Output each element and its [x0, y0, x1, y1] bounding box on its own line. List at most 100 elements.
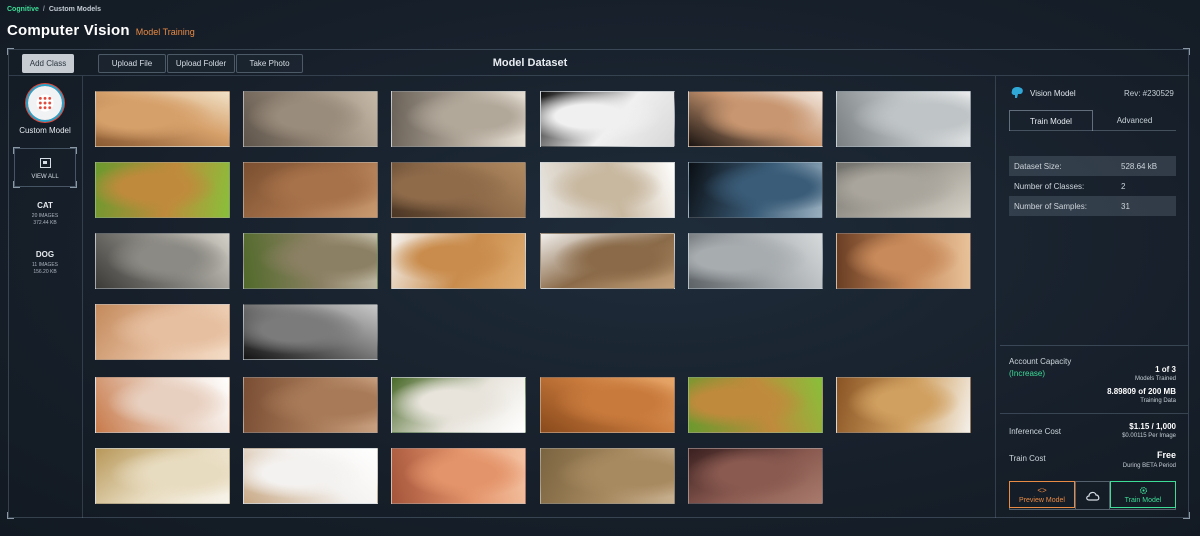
class-name: CAT — [37, 201, 53, 210]
training-data-caption: Training Data — [1140, 398, 1176, 404]
dog-image-thumb[interactable] — [391, 377, 526, 433]
thumb-corner — [244, 305, 249, 310]
models-trained-value: 1 of 3 — [1155, 365, 1176, 374]
stat-label: Number of Classes: — [1014, 181, 1085, 191]
cat-image-thumb[interactable] — [95, 233, 230, 289]
thumb-corner — [520, 234, 525, 239]
thumb-corner — [837, 163, 842, 168]
thumb-corner — [244, 449, 249, 454]
cat-image-thumb[interactable] — [391, 162, 526, 218]
thumb-corner — [837, 378, 842, 383]
breadcrumb-current[interactable]: Custom Models — [49, 6, 101, 13]
dog-image-thumb[interactable] — [243, 448, 378, 504]
thumb-corner — [541, 212, 546, 217]
thumb-corner — [541, 234, 546, 239]
thumb-corner — [96, 354, 101, 359]
right-panel-tabs: Train Model Advanced — [1009, 110, 1176, 131]
dog-image-thumb[interactable] — [95, 448, 230, 504]
cat-image-thumb[interactable] — [540, 162, 675, 218]
thumb-corner — [244, 283, 249, 288]
cat-image-thumb[interactable] — [688, 91, 823, 147]
class-size: 372.44 KB — [33, 220, 57, 226]
take-photo-button[interactable]: Take Photo — [236, 54, 303, 73]
gallery-icon — [40, 158, 51, 168]
tab-train-model[interactable]: Train Model — [1009, 110, 1093, 131]
class-image-count: 20 IMAGES — [31, 213, 59, 219]
train-model-button[interactable]: Train Model — [1110, 481, 1176, 508]
thumb-corner — [244, 212, 249, 217]
increase-capacity-link[interactable]: (Increase) — [1009, 369, 1045, 378]
thumb-corner — [224, 141, 229, 146]
dog-image-thumb[interactable] — [540, 377, 675, 433]
cat-image-thumb[interactable] — [836, 91, 971, 147]
dog-image-thumb[interactable] — [391, 448, 526, 504]
thumb-corner — [372, 141, 377, 146]
thumb-corner — [817, 283, 822, 288]
thumb-corner — [224, 234, 229, 239]
cat-image-thumb[interactable] — [243, 233, 378, 289]
thumb-corner — [372, 354, 377, 359]
thumb-corner — [817, 141, 822, 146]
thumb-corner — [541, 449, 546, 454]
thumb-corner — [96, 305, 101, 310]
thumb-corner — [224, 212, 229, 217]
cloud-button[interactable] — [1075, 482, 1110, 509]
thumb-corner — [837, 92, 842, 97]
thumb-corner — [372, 427, 377, 432]
dog-image-thumb[interactable] — [688, 448, 823, 504]
cat-image-thumb[interactable] — [95, 304, 230, 360]
cat-image-thumb[interactable] — [243, 162, 378, 218]
thumb-corner — [669, 427, 674, 432]
custom-model-logo-icon — [28, 86, 62, 120]
breadcrumb: Cognitive / Custom Models — [7, 6, 101, 13]
breadcrumb-root[interactable]: Cognitive — [7, 6, 39, 13]
dog-image-thumb[interactable] — [95, 377, 230, 433]
thumb-corner — [520, 92, 525, 97]
dog-image-thumb[interactable] — [688, 377, 823, 433]
cat-image-thumb[interactable] — [836, 162, 971, 218]
cat-image-thumb[interactable] — [243, 91, 378, 147]
view-all-button[interactable]: VIEW ALL — [13, 147, 77, 188]
thumb-corner — [520, 141, 525, 146]
dog-image-thumb[interactable] — [243, 377, 378, 433]
thumb-corner — [965, 163, 970, 168]
view-all-corner — [70, 147, 77, 154]
add-class-button[interactable]: Add Class — [22, 54, 74, 73]
cat-image-thumb[interactable] — [688, 162, 823, 218]
cat-image-thumb[interactable] — [836, 233, 971, 289]
thumb-corner — [669, 234, 674, 239]
cat-image-thumb[interactable] — [391, 91, 526, 147]
thumb-corner — [224, 427, 229, 432]
page-title: Computer Vision — [7, 22, 130, 39]
cat-image-thumb[interactable] — [243, 304, 378, 360]
code-icon: <> — [1037, 485, 1047, 495]
upload-file-button[interactable]: Upload File — [98, 54, 166, 73]
cat-image-thumb[interactable] — [391, 233, 526, 289]
upload-folder-button[interactable]: Upload Folder — [167, 54, 235, 73]
view-all-corner — [13, 181, 20, 188]
thumb-corner — [669, 163, 674, 168]
thumb-corner — [96, 92, 101, 97]
tab-advanced[interactable]: Advanced — [1093, 110, 1176, 131]
thumb-corner — [541, 427, 546, 432]
cat-image-thumb[interactable] — [95, 162, 230, 218]
stat-label: Dataset Size: — [1014, 161, 1062, 171]
thumb-corner — [965, 141, 970, 146]
cat-image-thumb[interactable] — [688, 233, 823, 289]
thumb-corner — [520, 212, 525, 217]
preview-model-button[interactable]: <> Preview Model — [1009, 481, 1075, 508]
sidebar-item-cat[interactable]: CAT 20 IMAGES 372.44 KB — [10, 201, 80, 227]
cat-image-thumb[interactable] — [95, 91, 230, 147]
dog-image-thumb[interactable] — [836, 377, 971, 433]
thumb-corner — [817, 212, 822, 217]
thumb-corner — [541, 141, 546, 146]
dog-image-thumb[interactable] — [540, 448, 675, 504]
inference-cost-value: $1.15 / 1,000 — [1129, 422, 1176, 431]
sidebar-item-dog[interactable]: DOG 11 IMAGES 156.20 KB — [10, 250, 80, 276]
thumb-corner — [392, 498, 397, 503]
thumb-corner — [372, 449, 377, 454]
cat-image-thumb[interactable] — [540, 91, 675, 147]
thumb-corner — [96, 449, 101, 454]
cat-image-thumb[interactable] — [540, 233, 675, 289]
thumb-corner — [541, 92, 546, 97]
